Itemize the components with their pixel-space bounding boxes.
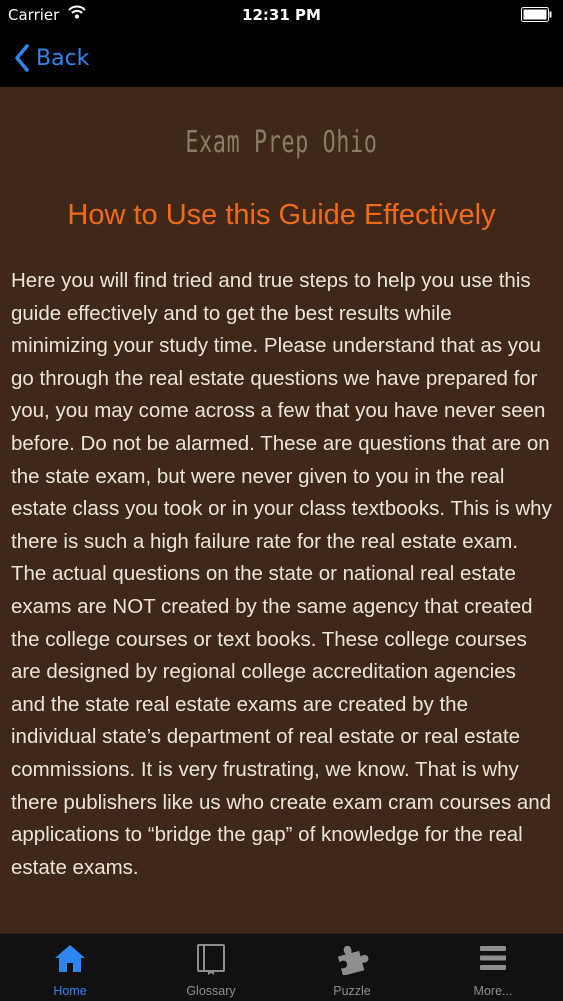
body-text: Here you will find tried and true steps …: [11, 269, 552, 879]
logo-text: Exam Prep Ohio: [185, 125, 378, 160]
tab-home[interactable]: Home: [0, 934, 140, 1001]
puzzle-icon: [335, 943, 369, 979]
navigation-bar: Back: [0, 30, 563, 87]
tab-more-label: More...: [473, 984, 513, 998]
tab-more[interactable]: More...: [423, 934, 563, 1001]
more-icon: [479, 943, 507, 977]
tab-glossary[interactable]: Glossary: [141, 934, 281, 1001]
battery-icon: [521, 7, 553, 22]
home-icon: [54, 943, 86, 977]
page-heading: How to Use this Guide Effectively: [67, 199, 496, 231]
tab-puzzle[interactable]: Puzzle: [282, 934, 422, 1001]
clock: 12:31 PM: [242, 6, 321, 24]
tab-home-label: Home: [53, 984, 87, 998]
back-button[interactable]: Back: [14, 41, 89, 75]
back-label: Back: [36, 45, 90, 71]
content-area[interactable]: Exam Prep Ohio How to Use this Guide Eff…: [0, 87, 563, 933]
tab-glossary-label: Glossary: [186, 984, 236, 998]
book-icon: [196, 943, 226, 979]
tab-puzzle-label: Puzzle: [333, 984, 371, 998]
tab-bar: Home Glossary Puzzle More...: [0, 933, 563, 1001]
status-bar: Carrier 12:31 PM: [0, 0, 563, 30]
chevron-left-icon: [15, 44, 29, 72]
